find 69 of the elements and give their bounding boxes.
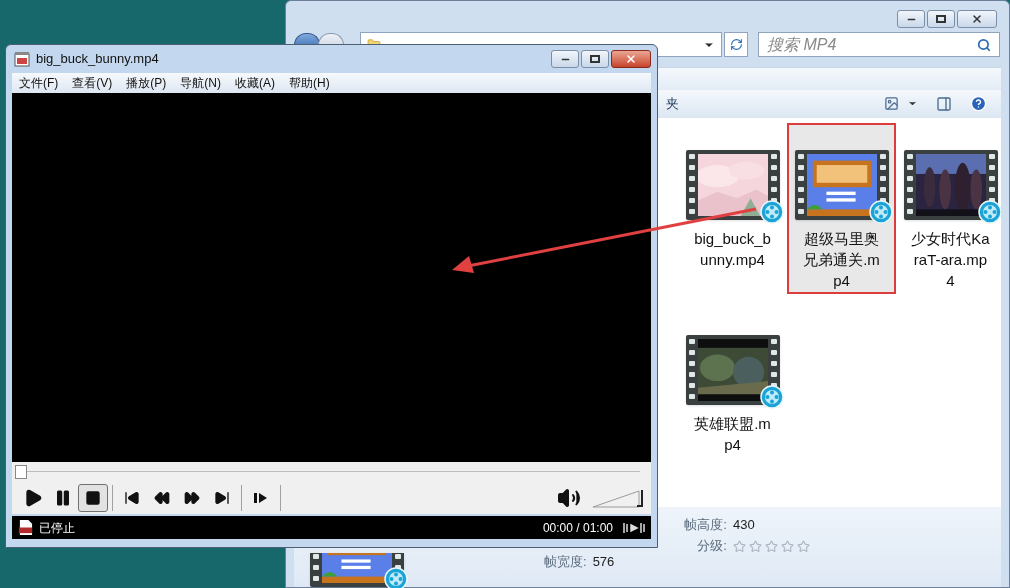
menu-item[interactable]: 导航(N) [180, 74, 221, 92]
film-reel-icon [868, 199, 893, 224]
menu-item[interactable]: 收藏(A) [235, 74, 275, 92]
file-name: big_buck_bunny.mp4 [693, 228, 772, 270]
search-input[interactable]: 搜索 MP4 [767, 32, 947, 57]
menu-item[interactable]: 帮助(H) [289, 74, 330, 92]
star-icon[interactable] [796, 539, 810, 553]
toolbar-separator [280, 485, 281, 511]
refresh-icon [729, 38, 743, 52]
search-icon [977, 37, 991, 52]
file-name: 超级马里奥兄弟通关.mp4 [802, 228, 881, 291]
window-title: big_buck_bunny.mp4 [36, 50, 159, 69]
close-icon [971, 13, 983, 25]
film-reel-icon [759, 384, 784, 409]
volume-thumb[interactable] [637, 490, 643, 507]
toolbar-separator [241, 485, 242, 511]
app-icon [14, 51, 30, 67]
stop-button[interactable] [78, 484, 108, 512]
refresh-button[interactable] [724, 32, 748, 58]
volume-icon[interactable] [557, 486, 581, 510]
close-button[interactable] [611, 50, 651, 68]
volume-slider[interactable] [593, 488, 643, 508]
property-value: 430 [732, 516, 756, 534]
film-reel-icon [384, 567, 408, 588]
property-label: 帧高度: [684, 516, 727, 534]
file-name: 少女时代KaraT-ara.mp4 [910, 228, 991, 291]
close-button[interactable] [957, 10, 997, 28]
close-icon [625, 53, 637, 65]
time-display: 00:00 / 01:00 [542, 519, 613, 537]
skip-back-icon [124, 490, 140, 506]
preview-pane-icon[interactable] [936, 95, 952, 112]
skip-forward-icon [214, 490, 230, 506]
file-item[interactable]: 少女时代KaraT-ara.mp4 [896, 122, 1001, 294]
menu-item[interactable]: 播放(P) [126, 74, 167, 92]
property-value: 576 [592, 553, 615, 571]
menu-item[interactable]: 查看(V) [72, 74, 113, 92]
fast-forward-icon [184, 490, 200, 506]
film-reel-icon [977, 199, 1001, 224]
menu-item[interactable]: 文件(F) [19, 74, 59, 92]
property-label: 分级: [697, 537, 727, 556]
search-field[interactable]: 搜索 MP4 [758, 32, 1000, 58]
maximize-button[interactable] [581, 50, 609, 68]
star-icon[interactable] [732, 539, 746, 553]
file-item[interactable]: big_buck_bunny.mp4 [678, 122, 787, 294]
video-file-icon [18, 519, 33, 536]
film-reel-icon [759, 199, 784, 224]
property-label: 帧宽度: [544, 553, 587, 571]
play-icon [23, 488, 43, 508]
star-icon[interactable] [748, 539, 762, 553]
pause-icon [54, 489, 72, 507]
stop-icon [85, 490, 101, 506]
help-icon[interactable] [970, 95, 987, 113]
view-icon[interactable] [884, 96, 899, 112]
file-item[interactable]: 超级马里奥兄弟通关.mp4 [787, 122, 896, 294]
frame-step-icon [253, 490, 269, 506]
star-icon[interactable] [780, 539, 794, 553]
audio-mode-icon[interactable] [623, 520, 645, 535]
playback-status: 已停止 [39, 519, 75, 537]
maximize-icon [590, 55, 600, 63]
star-icon[interactable] [764, 539, 778, 553]
rewind-icon [154, 490, 170, 506]
toolbar-separator [112, 485, 113, 511]
maximize-icon [936, 15, 946, 23]
back-button[interactable] [294, 32, 320, 45]
seek-thumb[interactable] [15, 465, 27, 479]
file-name: 英雄联盟.mp4 [693, 413, 772, 455]
toolbar-label[interactable]: 夹 [666, 94, 679, 114]
file-item[interactable]: 英雄联盟.mp4 [678, 307, 787, 479]
maximize-button[interactable] [927, 10, 955, 28]
